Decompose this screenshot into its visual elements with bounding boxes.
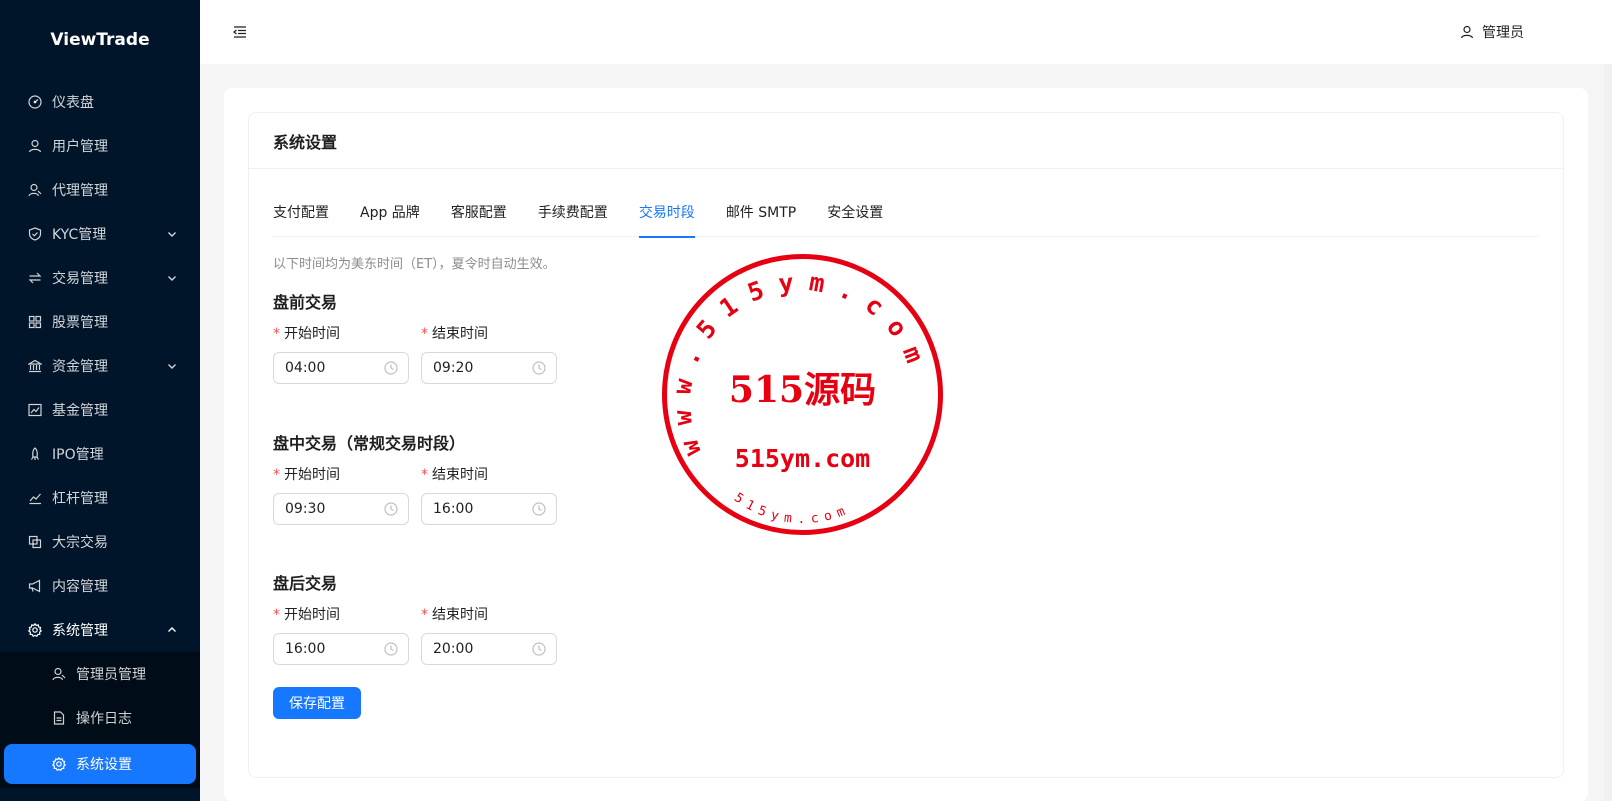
session-regular: 盘中交易（常规交易时段） * 开始时间 09:30 * 结束时间 16:00	[273, 430, 569, 525]
sidebar-item-label: 股票管理	[52, 315, 108, 331]
gear-icon	[52, 757, 66, 771]
megaphone-icon	[28, 579, 42, 593]
card-title: 系统设置	[249, 113, 1563, 169]
sidebar-item-label: 管理员管理	[76, 667, 146, 683]
save-button[interactable]: 保存配置	[273, 687, 361, 719]
start-time-label: * 开始时间	[273, 326, 340, 342]
sidebar-item-content[interactable]: 内容管理	[0, 564, 200, 608]
start-time-label: * 开始时间	[273, 607, 340, 623]
clock-icon	[384, 502, 398, 516]
session-afterhours: 盘后交易 * 开始时间 16:00 * 结束时间 20:00	[273, 570, 569, 665]
clock-icon	[532, 502, 546, 516]
sidebar-item-ipo[interactable]: IPO管理	[0, 432, 200, 476]
end-time-label: * 结束时间	[421, 467, 488, 483]
end-time-picker[interactable]: 20:00	[421, 633, 557, 665]
tab-email-smtp[interactable]: 邮件 SMTP	[726, 193, 796, 237]
sidebar-item-label: 用户管理	[52, 139, 108, 155]
top-header: 管理员	[200, 0, 1612, 64]
fund-chart-icon	[28, 403, 42, 417]
gear-icon	[28, 623, 42, 637]
sidebar-item-kyc[interactable]: KYC管理	[0, 212, 200, 256]
sidebar-item-users[interactable]: 用户管理	[0, 124, 200, 168]
sidebar-item-funds[interactable]: 资金管理	[0, 344, 200, 388]
sidebar: ViewTrade 仪表盘 用户管理 代理管理 KYC管理 交易管理 股票管理 …	[0, 0, 200, 801]
swap-icon	[28, 271, 42, 285]
agents-icon	[28, 183, 42, 197]
chevron-up-icon	[168, 627, 176, 632]
clock-icon	[384, 361, 398, 375]
sidebar-item-label: KYC管理	[52, 227, 107, 243]
clock-icon	[532, 361, 546, 375]
watermark-stamp: www.515ym.com 515源码 515ym.com 515ym.com	[662, 254, 943, 535]
chevron-down-icon	[168, 276, 176, 281]
sidebar-item-label: 交易管理	[52, 271, 108, 287]
user-icon	[28, 139, 42, 153]
clock-icon	[532, 642, 546, 656]
chevron-down-icon	[168, 364, 176, 369]
sidebar-item-label: 内容管理	[52, 579, 108, 595]
start-time-picker[interactable]: 04:00	[273, 352, 409, 384]
chevron-down-icon	[168, 232, 176, 237]
file-icon	[52, 711, 66, 725]
shield-icon	[28, 227, 42, 241]
system-submenu: 管理员管理 操作日志 系统设置	[0, 652, 200, 788]
admin-icon	[52, 667, 66, 681]
settings-tabs: 支付配置 App 品牌 客服配置 手续费配置 交易时段 邮件 SMTP 安全设置	[273, 193, 1539, 238]
app-logo: ViewTrade	[50, 30, 150, 50]
sidebar-item-system[interactable]: 系统管理	[0, 608, 200, 652]
bank-icon	[28, 359, 42, 373]
tab-customer-service[interactable]: 客服配置	[451, 193, 507, 237]
sidebar-item-label: 大宗交易	[52, 535, 108, 551]
dashboard-icon	[28, 95, 42, 109]
end-time-label: * 结束时间	[421, 326, 488, 342]
section-title: 盘中交易（常规交易时段）	[273, 434, 466, 453]
sidebar-item-label: 系统管理	[52, 623, 108, 639]
sidebar-item-agents[interactable]: 代理管理	[0, 168, 200, 212]
grid-icon	[28, 315, 42, 329]
sidebar-item-label: 操作日志	[76, 711, 132, 727]
tab-app-brand[interactable]: App 品牌	[360, 193, 420, 237]
start-time-picker[interactable]: 16:00	[273, 633, 409, 665]
start-time-picker[interactable]: 09:30	[273, 493, 409, 525]
end-time-picker[interactable]: 09:20	[421, 352, 557, 384]
sidebar-item-label: 代理管理	[52, 183, 108, 199]
start-time-label: * 开始时间	[273, 467, 340, 483]
block-icon	[28, 535, 42, 549]
sidebar-item-label: 系统设置	[76, 757, 132, 773]
menu-fold-icon[interactable]	[232, 24, 248, 40]
end-time-label: * 结束时间	[421, 607, 488, 623]
user-menu[interactable]: 管理员	[1460, 22, 1524, 42]
rocket-icon	[28, 447, 42, 461]
sidebar-item-label: 仪表盘	[52, 95, 94, 111]
session-premarket: 盘前交易 * 开始时间 04:00 * 结束时间 09:20	[273, 289, 569, 384]
tab-security[interactable]: 安全设置	[827, 193, 883, 237]
user-name: 管理员	[1482, 25, 1524, 41]
tab-payment[interactable]: 支付配置	[273, 193, 329, 237]
watermark-domain-text: 515ym.com	[735, 444, 870, 473]
sidebar-item-operation-log[interactable]: 操作日志	[0, 696, 200, 740]
sidebar-item-admins[interactable]: 管理员管理	[0, 652, 200, 696]
sidebar-item-label: 基金管理	[52, 403, 108, 419]
section-title: 盘前交易	[273, 293, 338, 312]
section-title: 盘后交易	[273, 574, 338, 593]
watermark-center-text: 515源码	[729, 369, 876, 411]
end-time-picker[interactable]: 16:00	[421, 493, 557, 525]
sidebar-item-trading[interactable]: 交易管理	[0, 256, 200, 300]
sidebar-item-label: 杠杆管理	[52, 491, 108, 507]
sidebar-item-dashboard[interactable]: 仪表盘	[0, 80, 200, 124]
clock-icon	[384, 642, 398, 656]
sidebar-item-stocks[interactable]: 股票管理	[0, 300, 200, 344]
user-icon	[1460, 25, 1474, 39]
sidebar-item-fund-mgmt[interactable]: 基金管理	[0, 388, 200, 432]
sidebar-item-leverage[interactable]: 杠杆管理	[0, 476, 200, 520]
sidebar-item-label: 资金管理	[52, 359, 108, 375]
line-chart-icon	[28, 491, 42, 505]
sidebar-item-system-settings[interactable]: 系统设置	[4, 744, 196, 784]
page-scrollbar[interactable]	[1604, 64, 1612, 801]
tab-trading-hours[interactable]: 交易时段	[638, 193, 695, 238]
sidebar-item-label: IPO管理	[52, 447, 104, 463]
timezone-note: 以下时间均为美东时间（ET），夏令时自动生效。	[273, 257, 556, 272]
tab-fees[interactable]: 手续费配置	[538, 193, 608, 237]
sidebar-item-block-trade[interactable]: 大宗交易	[0, 520, 200, 564]
